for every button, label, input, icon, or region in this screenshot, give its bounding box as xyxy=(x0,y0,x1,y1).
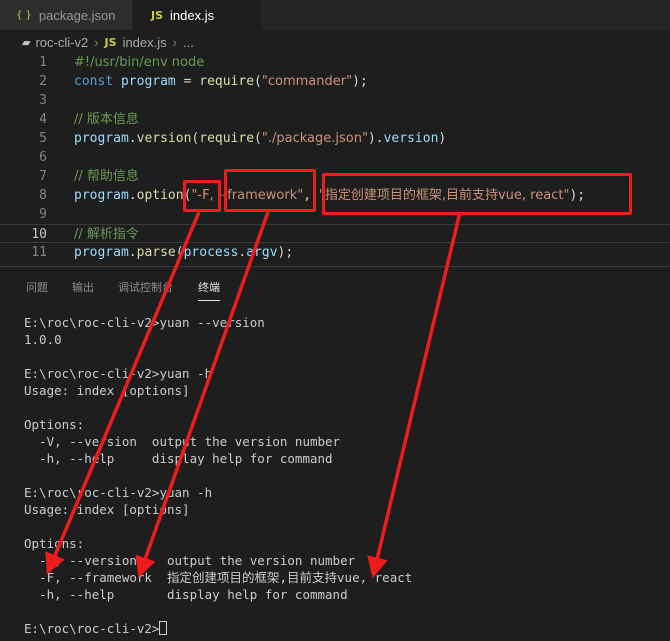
code-text: // 版本信息 xyxy=(74,112,139,127)
terminal-line: -V, --version output the version number xyxy=(24,434,341,449)
terminal-line: -V, --version output the version number xyxy=(24,553,356,568)
code-editor[interactable]: 1 #!/usr/bin/env node 2 const program = req… xyxy=(0,53,670,266)
line-number: 4 xyxy=(39,112,47,127)
code-line[interactable]: 11 program.parse(process.argv); xyxy=(0,243,670,262)
tab-index-js[interactable]: JS index.js xyxy=(133,0,261,30)
terminal-line: Options: xyxy=(24,536,85,551)
annotation-box-description xyxy=(322,173,632,215)
tab-label: package.json xyxy=(38,7,116,23)
code-text: #!/usr/bin/env node xyxy=(74,55,205,70)
code-line[interactable]: 3 xyxy=(0,91,670,110)
line-number: 8 xyxy=(39,188,47,203)
chevron-right-icon: › xyxy=(94,34,99,50)
code-line[interactable]: 1 #!/usr/bin/env node xyxy=(0,53,670,72)
line-number: 6 xyxy=(39,150,47,165)
terminal-line: 1.0.0 xyxy=(24,332,62,347)
tab-terminal[interactable]: 终端 xyxy=(198,279,220,301)
breadcrumb: ▰ roc-cli-v2 › JS index.js › ... xyxy=(22,31,194,53)
breadcrumb-file[interactable]: index.js xyxy=(123,35,167,50)
line-number: 9 xyxy=(39,207,47,222)
js-file-icon: JS xyxy=(104,35,117,49)
code-line[interactable]: 4 // 版本信息 xyxy=(0,110,670,129)
terminal-line: Usage: index [options] xyxy=(24,383,190,398)
terminal-line: -h, --help display help for command xyxy=(24,451,333,466)
code-line[interactable]: 6 xyxy=(0,148,670,167)
line-number: 3 xyxy=(39,93,47,108)
folder-icon: ▰ xyxy=(22,36,31,49)
terminal-line: E:\roc\roc-cli-v2>yuan -h xyxy=(24,366,213,381)
terminal-line: E:\roc\roc-cli-v2>yuan --version xyxy=(24,315,265,330)
tab-debug-console[interactable]: 调试控制台 xyxy=(118,279,173,300)
code-text: program.version(require("./package.json"… xyxy=(74,131,447,146)
tab-output[interactable]: 输出 xyxy=(72,279,94,300)
code-text: const program = require("commander"); xyxy=(74,74,368,89)
terminal-line: Options: xyxy=(24,417,85,432)
editor-tab-bar: { } package.json JS index.js xyxy=(0,0,670,30)
line-number: 10 xyxy=(31,227,47,242)
line-number: 7 xyxy=(39,169,47,184)
annotation-box-framework xyxy=(224,169,316,212)
line-number: 2 xyxy=(39,74,47,89)
annotation-box-flag xyxy=(183,180,221,212)
tab-label: index.js xyxy=(170,7,215,23)
line-number: 5 xyxy=(39,131,47,146)
line-number: 11 xyxy=(31,245,47,260)
tab-problems[interactable]: 问题 xyxy=(26,279,48,300)
breadcrumb-folder[interactable]: roc-cli-v2 xyxy=(35,35,88,50)
breadcrumb-more[interactable]: ... xyxy=(183,35,194,50)
json-file-icon: { } xyxy=(16,9,32,21)
code-text: // 解析指令 xyxy=(74,227,139,242)
chevron-right-icon: › xyxy=(172,34,177,50)
code-text: // 帮助信息 xyxy=(74,169,139,184)
code-line[interactable]: 10 // 解析指令 xyxy=(0,224,670,243)
terminal-line: E:\roc\roc-cli-v2> xyxy=(24,620,168,637)
js-file-icon: JS xyxy=(151,8,164,22)
tab-package-json[interactable]: { } package.json xyxy=(0,0,132,30)
terminal-line: E:\roc\roc-cli-v2>yuan -h xyxy=(24,485,213,500)
code-line[interactable]: 5 program.version(require("./package.json… xyxy=(0,129,670,148)
terminal-line: Usage: index [options] xyxy=(24,502,190,517)
terminal-line: -F, --framework 指定创建项目的框架,目前支持vue, react xyxy=(24,570,413,585)
code-line[interactable]: 2 const program = require("commander"); xyxy=(0,72,670,91)
terminal-cursor xyxy=(159,621,168,635)
line-number: 1 xyxy=(39,55,47,70)
terminal-line: -h, --help display help for command xyxy=(24,587,348,602)
code-text: program.parse(process.argv); xyxy=(74,245,294,260)
